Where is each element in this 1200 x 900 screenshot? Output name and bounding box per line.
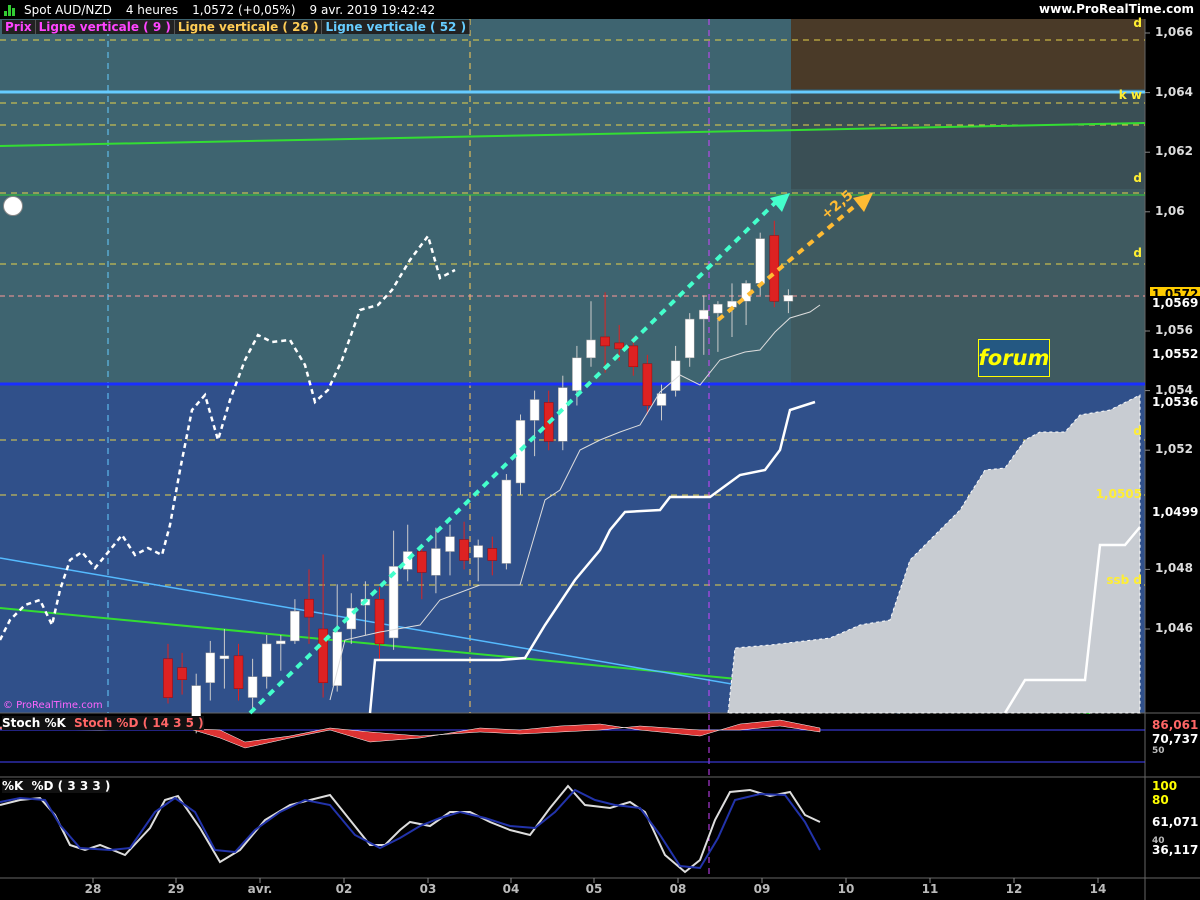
candle-body [501, 479, 512, 564]
watermark: © ProRealTime.com [3, 700, 103, 711]
zone-upper-teal [0, 19, 791, 385]
candle-body [699, 309, 709, 320]
axis-bg [1145, 19, 1200, 713]
stoch2-partial-tick: 40 [1152, 836, 1165, 843]
candle-body [529, 399, 540, 421]
candle-body [290, 610, 300, 642]
price-tag: 1,0569 [1150, 296, 1200, 311]
price-tick: 1,048 [1155, 561, 1193, 576]
candle-body [586, 339, 596, 359]
candle-body [247, 676, 258, 698]
candle-body [417, 551, 427, 573]
stoch2-d-value: 36,117 [1150, 843, 1200, 857]
level-label: k w [1118, 87, 1142, 102]
candle-body [445, 536, 455, 552]
candle-body [191, 685, 201, 719]
time-tick: avr. [247, 882, 273, 896]
candle-body [783, 294, 794, 302]
stoch2-k-value: 61,071 [1150, 815, 1200, 829]
legend-item-vline-52[interactable]: Ligne verticale ( 52 ) [322, 20, 471, 34]
alert-bell-icon[interactable] [3, 196, 23, 216]
candle-body [628, 345, 639, 368]
stoch1-legend: Stoch %K Stoch %D ( 14 3 5 ) [2, 716, 204, 730]
level-label: 1,0505 [1095, 486, 1142, 501]
price-tick: 1,056 [1155, 323, 1193, 337]
price-tick: 1,062 [1155, 144, 1193, 159]
candle-body [755, 238, 765, 284]
candle-body [459, 539, 469, 561]
stoch2-tick-80: 80 [1152, 793, 1169, 807]
time-tick: 05 [585, 882, 603, 896]
stoch1-partial-tick: 50 [1152, 746, 1165, 754]
price-tick: 1,052 [1155, 442, 1193, 457]
candle-body [261, 643, 272, 677]
forum-label: forum [978, 339, 1050, 377]
indicator-legend: Prix Ligne verticale ( 9 ) Ligne vertica… [2, 20, 471, 34]
price-tag: 1,0499 [1150, 504, 1200, 519]
candle-body [572, 357, 582, 391]
candle-body [473, 545, 483, 558]
price-tick: 1,064 [1155, 84, 1193, 99]
candle-body [233, 655, 244, 689]
price-tag: 1,0536 [1150, 394, 1200, 409]
stoch2-k-label[interactable]: %K [2, 779, 23, 793]
candle-body [713, 303, 723, 314]
candle-body [205, 652, 216, 683]
level-label: d [1133, 16, 1142, 31]
candle-body [614, 342, 624, 350]
candle-body [304, 598, 314, 618]
level-label: d [1133, 245, 1142, 260]
time-tick: 12 [1005, 882, 1023, 896]
time-tick: 03 [419, 882, 437, 896]
candle-body [374, 598, 385, 645]
price-tick: 1,066 [1155, 25, 1193, 39]
stoch1-k-label[interactable]: Stoch %K [2, 716, 66, 730]
time-tick: 29 [167, 882, 185, 896]
level-label: d [1133, 424, 1142, 439]
stoch1-d-value: 70,737 [1150, 732, 1200, 746]
candle-body [642, 363, 653, 406]
level-label: d [1133, 171, 1142, 186]
level-label: ssb d [1106, 573, 1142, 588]
stoch2-tick-100: 100 [1152, 779, 1178, 793]
zone-brown [791, 19, 1145, 89]
candle-body [163, 658, 173, 698]
candle-body [276, 640, 286, 645]
time-tick: 02 [335, 882, 353, 896]
price-tag: 1,0552 [1150, 346, 1200, 361]
time-tick: 08 [669, 882, 687, 896]
price-tick: 1,046 [1155, 621, 1193, 635]
candle-body [177, 667, 187, 680]
time-tick: 09 [753, 882, 771, 896]
candle-body [684, 318, 695, 359]
stoch2-legend: %K %D ( 3 3 3 ) [2, 779, 111, 793]
candle-body [431, 548, 441, 576]
time-tick: 11 [921, 882, 939, 896]
legend-item-vline-9[interactable]: Ligne verticale ( 9 ) [35, 20, 175, 34]
candle-body [600, 336, 610, 347]
candle-body [487, 548, 498, 561]
time-tick: 28 [84, 882, 102, 896]
legend-item-vline-26[interactable]: Ligne verticale ( 26 ) [174, 20, 323, 34]
time-tick: 14 [1089, 882, 1107, 896]
stoch1-d-label[interactable]: Stoch %D ( 14 3 5 ) [74, 716, 204, 730]
price-chart[interactable]: +2,5 [0, 0, 1200, 900]
stoch1-k-value: 86,061 [1150, 718, 1200, 732]
time-tick: 04 [502, 882, 520, 896]
candle-body [515, 420, 526, 484]
zone-gray-right [791, 89, 1145, 189]
candle-body [219, 655, 230, 660]
stoch2-d-label[interactable]: %D ( 3 3 3 ) [32, 779, 111, 793]
price-tick: 1,06 [1155, 203, 1185, 218]
time-tick: 10 [837, 882, 855, 896]
legend-item-prix[interactable]: Prix [2, 20, 36, 34]
